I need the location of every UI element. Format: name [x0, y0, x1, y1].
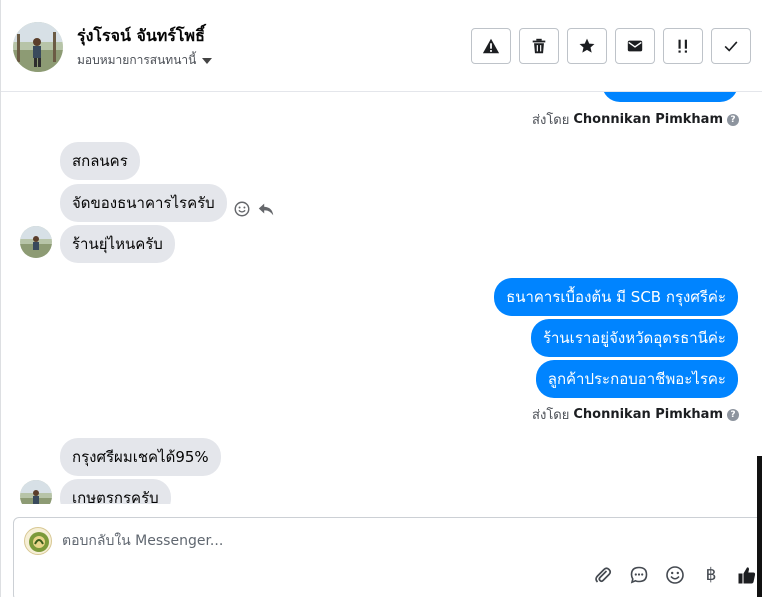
checkmark-icon: [724, 41, 738, 52]
thumbs-up-icon: [738, 567, 756, 584]
sent-by-label: ส่งโดย Chonnikan Pimkham ?: [532, 404, 739, 425]
warning-icon: [482, 38, 500, 54]
done-button[interactable]: [711, 28, 751, 64]
incoming-message[interactable]: ร้านยุ่ไหนครับ: [60, 225, 175, 263]
unread-button[interactable]: [615, 28, 655, 64]
conversation-header: รุ่งโรจน์ จันทร์โพธิ์ มอบหมายการสนทนานี้: [1, 0, 762, 92]
paperclip-icon: [595, 567, 612, 583]
attach-button[interactable]: [592, 564, 614, 586]
sender-name: Chonnikan Pimkham: [573, 112, 723, 127]
delete-button[interactable]: [519, 28, 559, 64]
composer-tools: ฿: [592, 564, 758, 586]
contact-avatar-small: [20, 480, 52, 504]
incoming-message[interactable]: กรุงศรีผมเชคได้95%: [60, 438, 221, 476]
smiley-icon: [666, 566, 684, 584]
outgoing-message[interactable]: ธนาคารเบื้องต้น มี SCB กรุงศรีค่ะ: [494, 278, 738, 316]
help-icon[interactable]: ?: [727, 113, 739, 126]
star-icon: [579, 38, 595, 53]
contact-name[interactable]: รุ่งโรจน์ จันทร์โพธิ์: [77, 24, 205, 49]
outgoing-message[interactable]: ร้านเราอยู่จังหวัดอุดรธานีค่ะ: [530, 319, 738, 357]
contact-avatar-small: [20, 226, 52, 258]
incoming-message[interactable]: สกลนคร: [60, 142, 140, 180]
outgoing-message-partial[interactable]: [602, 92, 738, 102]
message-thread[interactable]: ส่งโดย Chonnikan Pimkham ? สกลนคร จัดของ…: [1, 92, 762, 504]
inbox-conversation-panel: รุ่งโรจน์ จันทร์โพธิ์ มอบหมายการสนทนานี้: [0, 0, 762, 597]
star-button[interactable]: [567, 28, 607, 64]
baht-icon: ฿: [705, 565, 717, 585]
emoji-button[interactable]: [664, 564, 686, 586]
scrollbar-thumb[interactable]: [757, 456, 762, 597]
like-button[interactable]: [736, 564, 758, 586]
conversation-actions: [471, 28, 751, 64]
incoming-message[interactable]: เกษตรกรครับ: [60, 479, 171, 504]
caret-down-icon: [202, 57, 213, 64]
spam-button[interactable]: [471, 28, 511, 64]
trash-icon: [532, 38, 546, 54]
sender-name: Chonnikan Pimkham: [573, 407, 723, 422]
speech-bubble-icon: [630, 566, 648, 584]
follow-up-button[interactable]: [663, 28, 703, 64]
saved-replies-button[interactable]: [628, 564, 650, 586]
assign-conversation-dropdown[interactable]: มอบหมายการสนทนานี้: [77, 51, 213, 70]
incoming-message[interactable]: จัดของธนาคารไรครับ: [60, 184, 227, 222]
assign-label: มอบหมายการสนทนานี้: [77, 53, 197, 67]
envelope-icon: [627, 40, 643, 52]
reply-composer: ฿: [13, 517, 762, 597]
contact-avatar[interactable]: [13, 22, 63, 72]
message-hover-actions: [233, 200, 275, 218]
help-icon[interactable]: ?: [727, 408, 739, 421]
outgoing-message[interactable]: ลูกค้าประกอบอาชีพอะไรคะ: [535, 360, 738, 398]
reply-input[interactable]: [62, 528, 682, 554]
follow-up-icon: [678, 39, 687, 53]
page-logo: [24, 527, 52, 555]
emoji-react-icon[interactable]: [233, 200, 251, 218]
payment-button[interactable]: ฿: [700, 564, 722, 586]
reply-icon[interactable]: [257, 200, 275, 218]
sent-by-label: ส่งโดย Chonnikan Pimkham ?: [532, 109, 739, 130]
